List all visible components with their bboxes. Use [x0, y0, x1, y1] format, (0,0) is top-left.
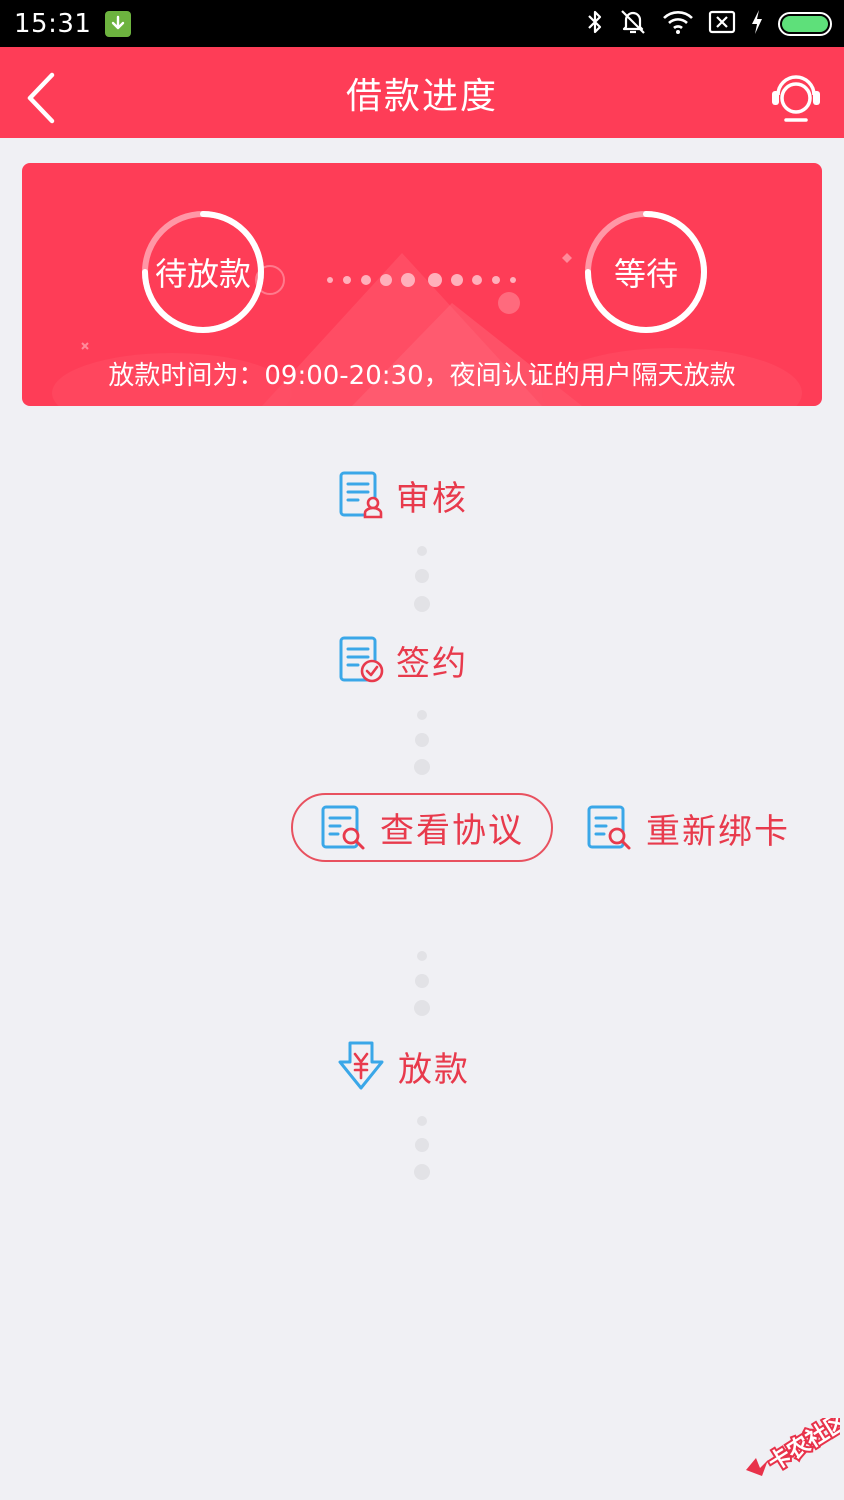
headset-icon [772, 75, 820, 122]
page-title: 借款进度 [345, 75, 498, 117]
timeline-dot [417, 951, 427, 961]
timeline-dot [417, 710, 427, 720]
timeline-dot [415, 1138, 429, 1152]
timeline-dot [415, 569, 429, 583]
status-right [586, 7, 832, 41]
signed-document-icon [339, 636, 384, 683]
status-bar: 15:31 [0, 0, 844, 47]
timeline-dot [417, 546, 427, 556]
back-button[interactable] [18, 67, 68, 127]
view-agreement-label: 查看协议 [380, 811, 524, 851]
step-sign-label: 签约 [396, 643, 468, 684]
no-sim-icon [708, 9, 736, 39]
next-stage-indicator: 等待 [583, 209, 709, 335]
status-banner: 待放款 等待 放款时间为：09:00-20:30，夜间认证的用户隔天放款 [22, 163, 822, 406]
next-stage-label: 等待 [613, 255, 678, 293]
status-left: 15:31 [14, 8, 132, 39]
current-stage-indicator: 待放款 [140, 209, 266, 335]
charging-icon [750, 9, 764, 39]
rebind-card-label: 重新绑卡 [646, 811, 790, 852]
timeline-dot [414, 596, 430, 612]
step-review: 审核 [338, 470, 468, 520]
current-stage-label: 待放款 [154, 255, 251, 293]
yuan-download-icon [338, 1041, 384, 1090]
step-review-label: 审核 [396, 478, 468, 519]
watermark-text: 卡农社区 [764, 1418, 840, 1476]
chevron-left-icon [27, 72, 55, 124]
review-document-icon [339, 471, 383, 519]
bluetooth-icon [586, 8, 604, 40]
document-search-icon [321, 805, 365, 849]
timeline-dot [414, 1164, 430, 1180]
status-time: 15:31 [14, 8, 92, 39]
rebind-card-button[interactable]: 重新绑卡 [586, 797, 790, 859]
document-search-icon [587, 805, 631, 850]
nav-bar: 借款进度 [0, 47, 844, 138]
view-agreement-button[interactable]: 查看协议 [291, 793, 553, 862]
battery-icon [778, 11, 832, 36]
timeline-dot [414, 1000, 430, 1016]
mute-icon [618, 7, 648, 41]
download-icon [105, 10, 132, 37]
timeline-dot [414, 759, 430, 775]
timeline-dot [417, 1116, 427, 1126]
watermark-logo: 卡农社区 [746, 1418, 840, 1478]
step-disburse-label: 放款 [398, 1049, 470, 1090]
customer-service-button[interactable] [766, 65, 826, 125]
wifi-icon [662, 9, 694, 39]
timeline-dot [415, 974, 429, 988]
step-sign: 签约 [338, 635, 468, 685]
disbursement-time-note: 放款时间为：09:00-20:30，夜间认证的用户隔天放款 [108, 361, 736, 391]
timeline-dot [415, 733, 429, 747]
watermark-mark-icon [746, 1458, 768, 1476]
step-disburse: 放款 [336, 1040, 470, 1092]
